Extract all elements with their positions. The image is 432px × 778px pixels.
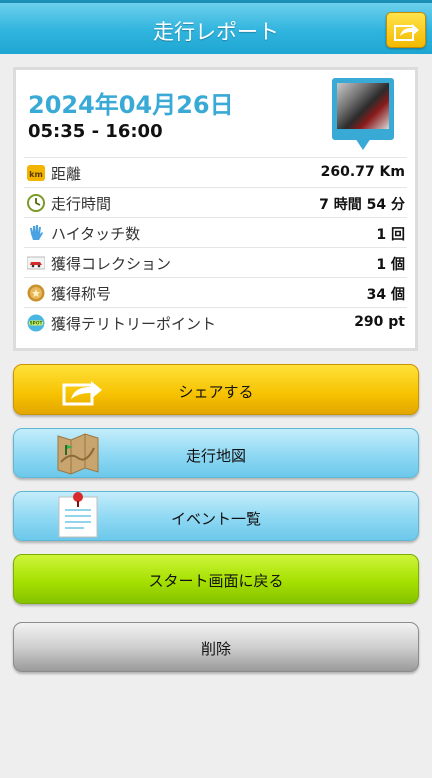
stat-label: 獲得コレクション — [51, 255, 172, 273]
event-list-label: イベント一覧 — [170, 510, 261, 528]
route-map-label: 走行地図 — [185, 447, 246, 465]
stat-label: 距離 — [51, 165, 82, 183]
stat-label: 獲得称号 — [51, 285, 112, 303]
header-share-button[interactable] — [386, 12, 426, 48]
share-button-label: シェアする — [178, 383, 254, 401]
stat-row-driving-time: 走行時間 7 時間 54 分 — [24, 187, 407, 217]
back-to-start-label: スタート画面に戻る — [148, 572, 284, 590]
svg-text:SPOT: SPOT — [30, 321, 43, 327]
back-to-start-button[interactable]: スタート画面に戻る — [13, 554, 419, 604]
route-map-button[interactable]: 走行地図 — [13, 428, 419, 478]
stat-value: 7 時間 54 分 — [319, 197, 405, 213]
photo-pin-icon[interactable] — [332, 78, 394, 154]
car-card-icon — [27, 256, 45, 270]
report-time-range: 05:35 - 16:00 — [28, 121, 163, 142]
share-button[interactable]: シェアする — [13, 364, 419, 415]
app-header: 走行レポート — [0, 0, 432, 54]
high-five-hand-icon — [30, 225, 43, 240]
photo-thumbnail — [337, 83, 389, 129]
stat-row-titles: 獲得称号 34 個 — [24, 277, 407, 307]
stat-label: 獲得テリトリーポイント — [51, 315, 217, 333]
stat-value: 1 個 — [376, 257, 405, 273]
stat-row-collection: 獲得コレクション 1 個 — [24, 247, 407, 277]
stat-label: ハイタッチ数 — [51, 225, 141, 243]
spot-badge-icon: SPOT — [27, 314, 45, 332]
stat-value: 34 個 — [366, 287, 405, 303]
share-arrow-icon — [394, 24, 419, 41]
delete-button[interactable]: 削除 — [13, 622, 419, 672]
stat-row-distance: km 距離 260.77 Km — [24, 157, 407, 187]
stat-row-high-fives: ハイタッチ数 1 回 — [24, 217, 407, 247]
medal-icon — [27, 284, 45, 302]
stat-row-territory-points: SPOT 獲得テリトリーポイント 290 pt — [24, 307, 407, 337]
page-title: 走行レポート — [153, 20, 279, 44]
stats-list: km 距離 260.77 Km 走行時間 7 時間 54 分 ハイタッチ数 1 … — [24, 157, 407, 337]
svg-text:km: km — [29, 170, 43, 179]
event-list-button[interactable]: イベント一覧 — [13, 491, 419, 541]
stat-value: 290 pt — [354, 314, 405, 330]
report-card: 2024年04月26日 05:35 - 16:00 km 距離 260.77 K… — [13, 67, 418, 351]
km-badge-icon: km — [27, 165, 45, 181]
report-date: 2024年04月26日 — [28, 91, 234, 119]
stat-value: 1 回 — [376, 227, 405, 243]
delete-label: 削除 — [200, 640, 231, 658]
stat-label: 走行時間 — [51, 195, 112, 213]
clock-icon — [27, 194, 45, 212]
stat-value: 260.77 Km — [320, 164, 405, 180]
